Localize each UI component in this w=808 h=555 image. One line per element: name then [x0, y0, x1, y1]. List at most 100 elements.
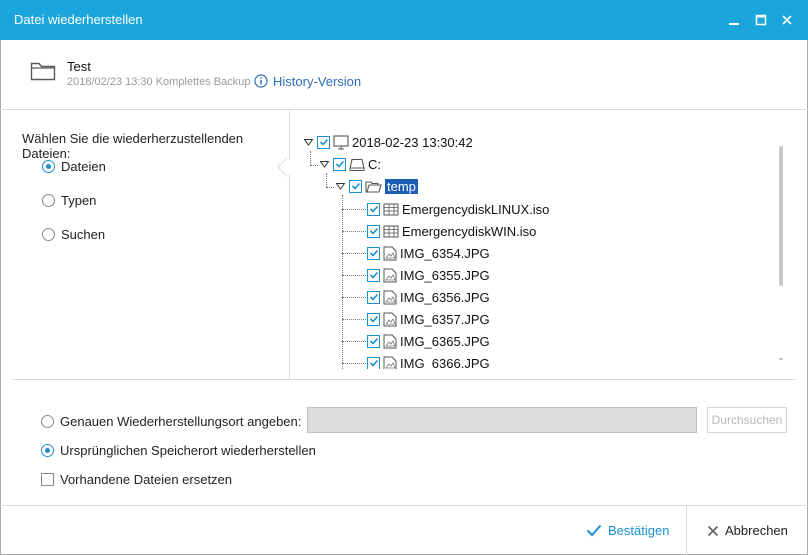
- mode-search-label: Suchen: [61, 227, 106, 242]
- mode-search-option[interactable]: Suchen: [42, 227, 105, 242]
- file-item[interactable]: IMG_6355.JPG: [367, 265, 490, 285]
- folder-checkbox[interactable]: [349, 179, 362, 193]
- tree-node-drive[interactable]: C:: [319, 154, 381, 174]
- original-location-label: Ursprünglichen Speicherort wiederherstel…: [60, 443, 316, 458]
- original-location-option[interactable]: Ursprünglichen Speicherort wiederherstel…: [41, 443, 316, 458]
- tree-connector: [342, 253, 368, 254]
- maximize-icon: [755, 14, 767, 26]
- tree-scrollbar-thumb[interactable]: [779, 146, 783, 286]
- root-checkbox[interactable]: [317, 135, 330, 149]
- file-checkbox[interactable]: [367, 312, 380, 326]
- file-item[interactable]: IMG_6357.JPG: [367, 309, 490, 329]
- file-checkbox[interactable]: [367, 268, 380, 282]
- expand-toggle[interactable]: [335, 181, 345, 191]
- selection-prompt: Wählen Sie die wiederherzustellenden Dat…: [22, 131, 244, 161]
- check-icon: [369, 359, 378, 367]
- check-icon: [335, 160, 344, 168]
- info-icon[interactable]: [254, 74, 268, 88]
- root-label: 2018-02-23 13:30:42: [352, 134, 473, 150]
- confirm-label: Bestätigen: [608, 523, 670, 538]
- drive-checkbox[interactable]: [333, 157, 346, 171]
- tree-connector: [310, 151, 311, 165]
- confirm-button[interactable]: Bestätigen: [586, 523, 669, 538]
- mode-types-radio[interactable]: [42, 194, 55, 207]
- minimize-button[interactable]: [724, 10, 744, 30]
- file-name: IMG_6365.JPG: [400, 333, 490, 349]
- check-icon: [369, 205, 378, 213]
- tree-connector: [342, 319, 368, 320]
- tree-connector: [342, 275, 368, 276]
- close-button[interactable]: [777, 10, 797, 30]
- file-item[interactable]: IMG_6366.JPG: [367, 353, 490, 369]
- collapse-arrow-icon: [335, 182, 345, 190]
- file-item[interactable]: EmergencydiskWIN.iso: [367, 221, 536, 241]
- check-icon: [319, 138, 328, 146]
- replace-files-checkbox[interactable]: [41, 473, 54, 486]
- image-file-icon: [383, 356, 397, 369]
- dialog-footer: Bestätigen Abbrechen: [0, 505, 808, 555]
- mode-files-radio[interactable]: [42, 160, 55, 173]
- check-icon: [369, 337, 378, 345]
- iso-file-icon: [383, 225, 399, 238]
- file-tree[interactable]: 2018-02-23 13:30:42 C: temp Emergencydis…: [291, 111, 796, 369]
- file-checkbox[interactable]: [367, 246, 380, 260]
- backup-meta: 2018/02/23 13:30 Komplettes Backup: [67, 76, 251, 88]
- expand-toggle[interactable]: [319, 159, 329, 169]
- file-name: IMG_6356.JPG: [400, 289, 490, 305]
- minimize-icon: [729, 23, 739, 25]
- mode-types-option[interactable]: Typen: [42, 193, 96, 208]
- file-checkbox[interactable]: [367, 224, 380, 238]
- original-location-radio[interactable]: [41, 444, 54, 457]
- file-checkbox[interactable]: [367, 290, 380, 304]
- drive-icon: [349, 158, 365, 171]
- custom-location-label: Genauen Wiederherstellungsort angeben:: [60, 414, 302, 429]
- title-bar: Datei wiederherstellen: [0, 0, 808, 40]
- folder-label: temp: [385, 178, 418, 194]
- cancel-x-icon: [707, 525, 719, 536]
- iso-file-icon: [383, 203, 399, 216]
- file-item[interactable]: IMG_6354.JPG: [367, 243, 490, 263]
- check-icon: [369, 315, 378, 323]
- browse-button[interactable]: Durchsuchen: [707, 407, 787, 433]
- custom-location-input[interactable]: [307, 407, 697, 433]
- section-divider: [12, 379, 796, 380]
- mode-files-option[interactable]: Dateien: [42, 159, 106, 174]
- open-folder-icon: [365, 180, 382, 193]
- cancel-label: Abbrechen: [725, 523, 788, 538]
- check-icon: [369, 271, 378, 279]
- file-name: IMG_6357.JPG: [400, 311, 490, 327]
- tree-node-folder[interactable]: temp: [335, 176, 418, 196]
- drive-label: C:: [368, 156, 381, 172]
- replace-files-label: Vorhandene Dateien ersetzen: [60, 472, 233, 487]
- expand-toggle[interactable]: [303, 137, 313, 147]
- collapse-arrow-icon: [319, 160, 329, 168]
- mode-files-label: Dateien: [61, 159, 106, 174]
- window-title: Datei wiederherstellen: [14, 12, 143, 27]
- file-checkbox[interactable]: [367, 334, 380, 348]
- backup-name: Test: [67, 59, 91, 74]
- tree-connector: [342, 209, 368, 210]
- file-checkbox[interactable]: [367, 356, 380, 369]
- file-name: IMG_6366.JPG: [400, 355, 490, 370]
- file-item[interactable]: EmergencydiskLINUX.iso: [367, 199, 549, 219]
- image-file-icon: [383, 246, 397, 261]
- folder-icon: [30, 62, 56, 81]
- image-file-icon: [383, 290, 397, 305]
- cancel-button[interactable]: Abbrechen: [707, 523, 788, 538]
- maximize-button[interactable]: [751, 10, 771, 30]
- custom-location-radio[interactable]: [41, 415, 54, 428]
- check-icon: [369, 249, 378, 257]
- file-name: IMG_6355.JPG: [400, 267, 490, 283]
- tree-node-root[interactable]: 2018-02-23 13:30:42: [303, 132, 473, 152]
- image-file-icon: [383, 312, 397, 327]
- computer-icon: [333, 134, 349, 150]
- file-name: IMG_6354.JPG: [400, 245, 490, 261]
- check-icon: [351, 182, 360, 190]
- replace-files-option[interactable]: Vorhandene Dateien ersetzen: [41, 472, 232, 487]
- file-item[interactable]: IMG_6365.JPG: [367, 331, 490, 351]
- custom-location-option[interactable]: Genauen Wiederherstellungsort angeben:: [41, 414, 301, 429]
- history-version-link[interactable]: History-Version: [273, 74, 361, 89]
- file-item[interactable]: IMG_6356.JPG: [367, 287, 490, 307]
- mode-search-radio[interactable]: [42, 228, 55, 241]
- file-checkbox[interactable]: [367, 202, 380, 216]
